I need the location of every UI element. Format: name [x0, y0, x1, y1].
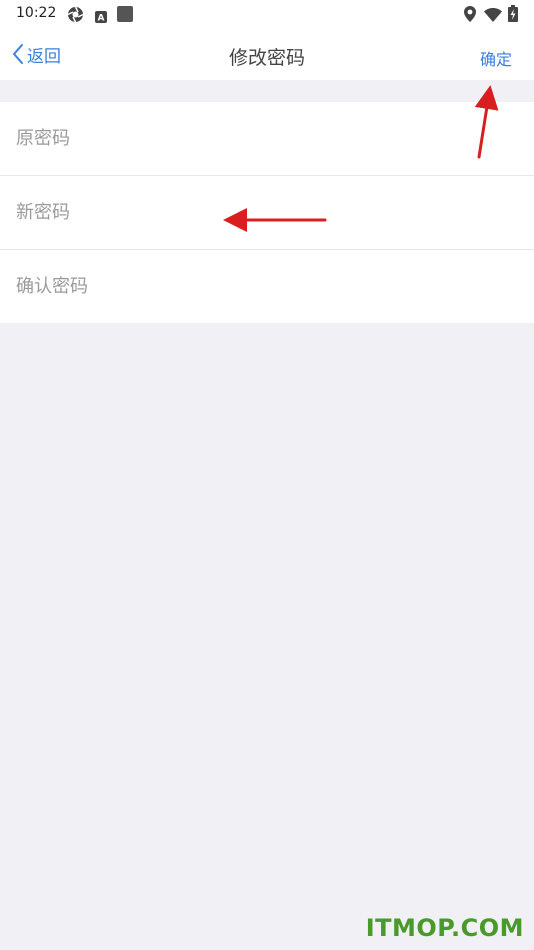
svg-text:A: A: [98, 14, 105, 24]
aperture-icon: [67, 6, 84, 27]
old-password-input[interactable]: [16, 102, 516, 175]
form-row: [0, 102, 534, 176]
form-row: [0, 250, 534, 323]
form-row: [0, 176, 534, 250]
battery-charging-icon: [508, 5, 518, 26]
a-square-icon: A: [95, 8, 107, 27]
app-square-icon: [117, 6, 133, 26]
navigation-bar: 返回 修改密码 确定: [0, 28, 534, 80]
page-title: 修改密码: [228, 47, 305, 69]
confirm-button[interactable]: 确定: [480, 46, 512, 70]
location-icon: [464, 6, 476, 26]
status-bar: 10:22 A: [0, 0, 534, 28]
password-form: [0, 102, 534, 323]
confirm-password-input[interactable]: [16, 250, 516, 323]
watermark-logo: ITMOP.COM: [365, 914, 524, 942]
status-time: 10:22: [16, 5, 57, 21]
new-password-input[interactable]: [16, 176, 516, 249]
wifi-icon: [484, 7, 502, 26]
